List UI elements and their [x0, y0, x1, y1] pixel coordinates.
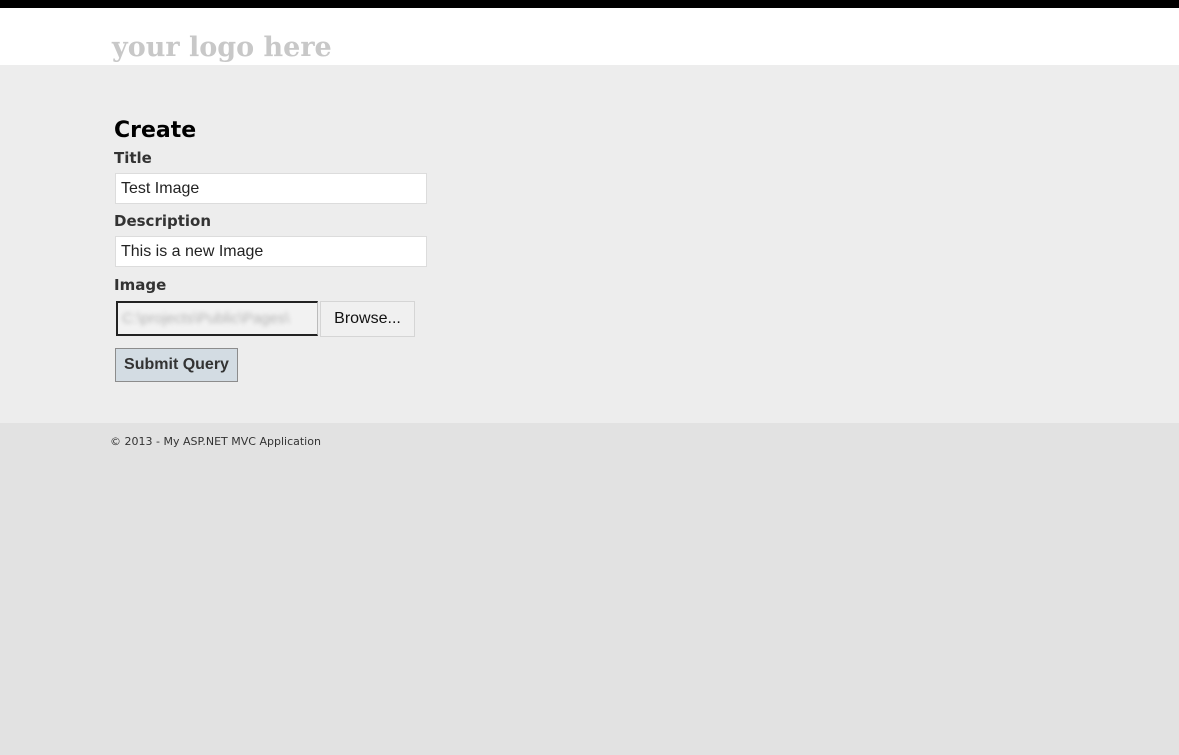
copyright-text: © 2013 - My ASP.NET MVC Application	[110, 435, 321, 448]
main-content: Create Title Description Image C:\projec…	[0, 65, 1179, 423]
page-title: Create	[114, 118, 197, 143]
image-label: Image	[114, 276, 167, 294]
image-file-path-field[interactable]: C:\projects\Public\Pages\	[116, 301, 318, 336]
browse-button[interactable]: Browse...	[320, 301, 415, 337]
description-input[interactable]	[115, 236, 427, 267]
submit-button[interactable]: Submit Query	[115, 348, 238, 382]
site-logo[interactable]: your logo here	[112, 30, 332, 66]
site-footer: © 2013 - My ASP.NET MVC Application	[0, 423, 1179, 755]
top-bar	[0, 0, 1179, 8]
site-header: your logo here	[0, 8, 1179, 65]
description-label: Description	[114, 212, 212, 230]
image-file-path-text: C:\projects\Public\Pages\	[122, 310, 290, 327]
title-input[interactable]	[115, 173, 427, 204]
title-label: Title	[114, 149, 152, 167]
